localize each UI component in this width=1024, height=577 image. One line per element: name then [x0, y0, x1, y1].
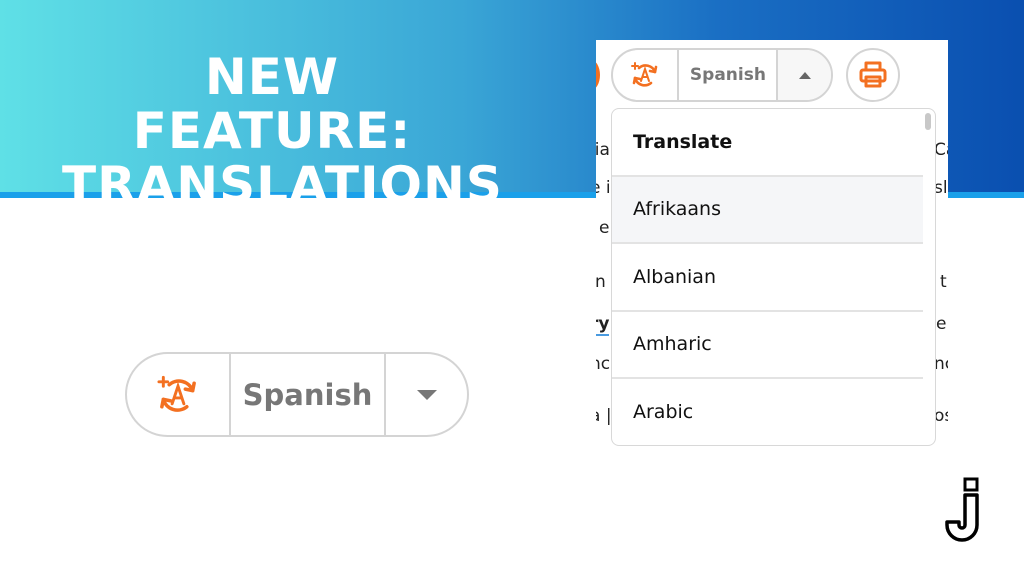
title-line-1: NEW FEATURE:	[132, 48, 412, 160]
language-dropdown: Translate Afrikaans Albanian Amharic Ara…	[611, 108, 936, 446]
language-option-arabic[interactable]: Arabic	[612, 379, 923, 445]
scrollbar-thumb[interactable]	[925, 113, 931, 130]
text-fragment: lia	[596, 140, 610, 160]
text-fragment: e	[936, 314, 947, 334]
text-fragment: sl	[934, 178, 948, 198]
translate-icon	[631, 62, 658, 87]
text-fragment: os	[934, 406, 948, 426]
title-line-2: TRANSLATIONS	[62, 156, 503, 214]
page-title: NEW FEATURE: TRANSLATIONS	[62, 48, 503, 214]
translate-control[interactable]: Spanish	[611, 48, 833, 102]
translate-icon	[157, 375, 196, 412]
text-fragment: a |	[596, 406, 612, 426]
printer-icon	[859, 61, 887, 88]
large-dropdown-toggle[interactable]	[386, 354, 467, 435]
partial-button-icon	[596, 60, 600, 90]
text-fragment: nc	[934, 354, 948, 374]
text-fragment: e i	[596, 178, 611, 198]
text-fragment: n	[596, 272, 606, 292]
language-selector[interactable]: Spanish	[679, 50, 779, 100]
language-option-amharic[interactable]: Amharic	[612, 312, 923, 379]
brand-logo	[940, 476, 984, 548]
translate-button[interactable]	[613, 50, 680, 100]
text-fragment: t	[940, 272, 947, 292]
caret-down-icon	[416, 389, 437, 400]
language-option-afrikaans[interactable]: Afrikaans	[612, 176, 923, 244]
print-button[interactable]	[846, 48, 900, 102]
screenshot-panel: lia Ca e i sl e n t ry e nc nc a | os Sp…	[596, 40, 948, 450]
large-language-selector[interactable]: Spanish	[231, 354, 386, 435]
text-fragment: Ca	[934, 140, 948, 160]
language-option-albanian[interactable]: Albanian	[612, 244, 923, 312]
dropdown-header: Translate	[612, 109, 923, 177]
large-translate-control[interactable]: Spanish	[125, 352, 469, 437]
text-fragment: e	[599, 218, 610, 238]
large-translate-button[interactable]	[127, 354, 231, 435]
text-fragment: nc	[596, 354, 611, 374]
caret-up-icon	[798, 71, 811, 79]
dropdown-toggle[interactable]	[778, 50, 831, 100]
text-fragment: ry	[596, 314, 610, 336]
